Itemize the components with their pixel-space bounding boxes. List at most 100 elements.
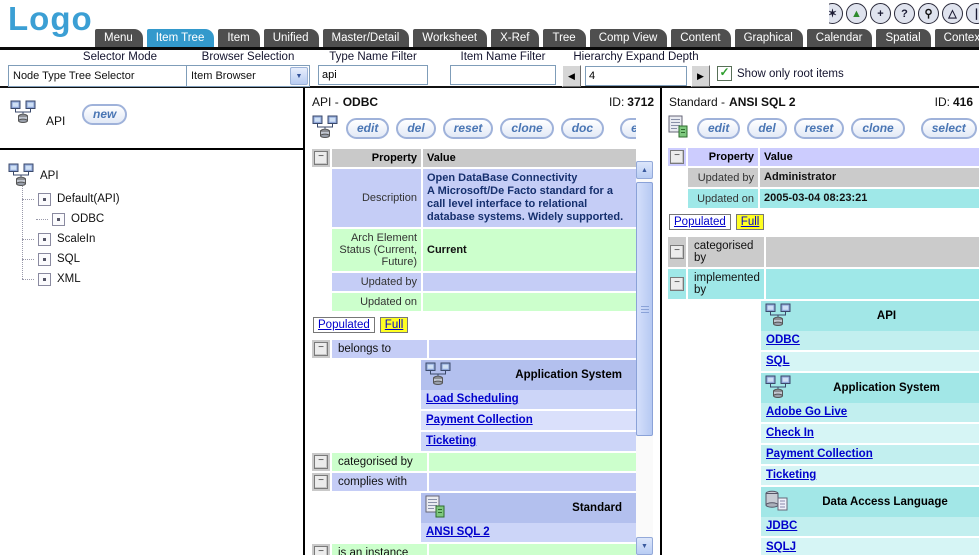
tree-node-icon[interactable] xyxy=(38,233,51,246)
item-link-payment-collection[interactable]: Payment Collection xyxy=(766,448,873,460)
item-name-filter-label: Item Name Filter xyxy=(450,51,556,63)
browser-selection-select[interactable]: Item Browser ▼ xyxy=(186,65,310,87)
tab-item[interactable]: Item xyxy=(218,29,259,47)
collapse-toggle-icon[interactable]: − xyxy=(670,277,684,291)
doc-button[interactable]: doc xyxy=(561,118,604,139)
relation-label: categorised by xyxy=(332,453,427,471)
populated-link[interactable]: Populated xyxy=(669,214,731,230)
tab-item-tree[interactable]: Item Tree xyxy=(147,29,215,47)
vertical-scrollbar[interactable]: ▲ ▼ xyxy=(636,161,653,555)
tab-spatial[interactable]: Spatial xyxy=(876,29,930,47)
item-link-ticketing[interactable]: Ticketing xyxy=(426,435,476,447)
tree-node-xml[interactable]: XML xyxy=(0,269,303,289)
reset-button[interactable]: reset xyxy=(794,118,845,139)
item-link-adobe-go-live[interactable]: Adobe Go Live xyxy=(766,406,847,418)
decrease-depth-button[interactable]: ◀ xyxy=(562,65,581,87)
tree-node-icon[interactable] xyxy=(38,253,51,266)
value-column-header: Value xyxy=(760,148,979,166)
tree-node-scalein[interactable]: ScaleIn xyxy=(0,229,303,249)
tree-node-odbc[interactable]: ODBC xyxy=(0,209,303,229)
item-link-payment-collection[interactable]: Payment Collection xyxy=(426,414,533,426)
show-only-root-items-checkbox[interactable]: ✓ xyxy=(717,66,732,81)
network-icon xyxy=(312,115,339,142)
collapse-toggle-icon[interactable]: − xyxy=(670,150,684,164)
property-label: Description xyxy=(332,169,421,227)
tab-master-detail[interactable]: Master/Detail xyxy=(323,29,410,47)
type-name-filter-input[interactable] xyxy=(318,65,428,85)
item-property-table: −PropertyValueUpdated byAdministratorUpd… xyxy=(668,148,979,555)
tab-context[interactable]: Context xyxy=(935,29,979,47)
scroll-down-icon[interactable]: ▼ xyxy=(636,537,653,555)
collapse-toggle-icon[interactable]: − xyxy=(314,151,328,165)
help-icon[interactable]: ? xyxy=(894,3,915,24)
del-button[interactable]: del xyxy=(396,118,435,139)
scroll-up-icon[interactable]: ▲ xyxy=(636,161,653,179)
collapse-toggle-icon[interactable]: − xyxy=(314,342,328,356)
tab-tree[interactable]: Tree xyxy=(543,29,585,47)
chevron-down-icon[interactable]: ▼ xyxy=(290,67,308,85)
new-button[interactable]: new xyxy=(82,104,127,125)
tab-unified[interactable]: Unified xyxy=(264,29,319,47)
title-separator: - xyxy=(335,95,339,109)
triangle-logo-icon[interactable]: ▲ xyxy=(846,3,867,24)
property-value-cell: Open DataBase Connectivity A Microsoft/D… xyxy=(423,169,636,227)
scrollbar-thumb[interactable] xyxy=(636,182,653,436)
tree-connector xyxy=(22,279,34,280)
tree-node-label: SQL xyxy=(57,253,80,265)
item-link-sqlj[interactable]: SQLJ xyxy=(766,541,796,553)
collapse-toggle-icon[interactable]: − xyxy=(670,245,684,259)
tree-node-sql[interactable]: SQL xyxy=(0,249,303,269)
populated-link[interactable]: Populated xyxy=(313,317,375,333)
relation-value-cell xyxy=(429,544,636,555)
add-icon[interactable]: + xyxy=(870,3,891,24)
row-spacer xyxy=(312,169,330,227)
increase-depth-button[interactable]: ▶ xyxy=(691,65,710,87)
tab-calendar[interactable]: Calendar xyxy=(807,29,873,47)
edit-typ-button[interactable]: edit typ xyxy=(620,118,636,139)
reset-button[interactable]: reset xyxy=(443,118,494,139)
select-button[interactable]: select xyxy=(921,118,977,139)
tree-node-icon[interactable] xyxy=(52,213,65,226)
title-separator: - xyxy=(721,95,725,109)
item-link-ansi-sql-2[interactable]: ANSI SQL 2 xyxy=(426,526,490,538)
clone-button[interactable]: clone xyxy=(851,118,904,139)
item-name-filter-input[interactable] xyxy=(450,65,556,85)
item-link-odbc[interactable]: ODBC xyxy=(766,334,800,346)
network-icon xyxy=(425,362,452,389)
full-link[interactable]: Full xyxy=(380,317,409,333)
property-column-header: Property xyxy=(332,149,421,167)
tree-root-node[interactable]: API xyxy=(0,163,303,189)
item-link-sql[interactable]: SQL xyxy=(766,355,790,367)
tab-x-ref[interactable]: X-Ref xyxy=(491,29,539,47)
collapse-toggle-icon[interactable]: − xyxy=(314,475,328,489)
delta-icon[interactable]: △ xyxy=(942,3,963,24)
tree-node-default-api[interactable]: Default(API) xyxy=(0,189,303,209)
app-logo: Logo xyxy=(8,0,93,38)
collapse-toggle-icon[interactable]: − xyxy=(314,455,328,469)
clone-button[interactable]: clone xyxy=(500,118,553,139)
tree-node-icon[interactable] xyxy=(38,193,51,206)
tab-menu[interactable]: Menu xyxy=(95,29,143,47)
tab-content[interactable]: Content xyxy=(671,29,730,47)
item-link-check-in[interactable]: Check In xyxy=(766,427,814,439)
item-detail-panel: API -ODBC ID:3712 editdelresetclonedoced… xyxy=(305,88,660,555)
full-link[interactable]: Full xyxy=(736,214,765,230)
app-header: Logo ✶▲+?⚲△❘ MenuItem TreeItem UnifiedMas… xyxy=(0,0,979,47)
key-icon[interactable]: ⚲ xyxy=(918,3,939,24)
collapse-toggle-icon[interactable]: − xyxy=(314,546,328,555)
tab-graphical[interactable]: Graphical xyxy=(735,29,803,47)
related-item-row: Adobe Go Live xyxy=(761,403,979,422)
tab-worksheet[interactable]: Worksheet xyxy=(413,29,487,47)
del-button[interactable]: del xyxy=(747,118,786,139)
network-icon xyxy=(765,375,792,402)
edit-button[interactable]: edit xyxy=(346,118,389,139)
item-link-ticketing[interactable]: Ticketing xyxy=(766,469,816,481)
star-icon[interactable]: ✶ xyxy=(829,3,843,24)
item-link-load-scheduling[interactable]: Load Scheduling xyxy=(426,393,519,405)
item-link-jdbc[interactable]: JDBC xyxy=(766,520,797,532)
clipped-icon[interactable]: ❘ xyxy=(966,3,979,24)
tree-node-icon[interactable] xyxy=(38,273,51,286)
hierarchy-expand-depth-input[interactable] xyxy=(585,66,687,86)
tab-comp-view[interactable]: Comp View xyxy=(590,29,668,47)
edit-button[interactable]: edit xyxy=(697,118,740,139)
